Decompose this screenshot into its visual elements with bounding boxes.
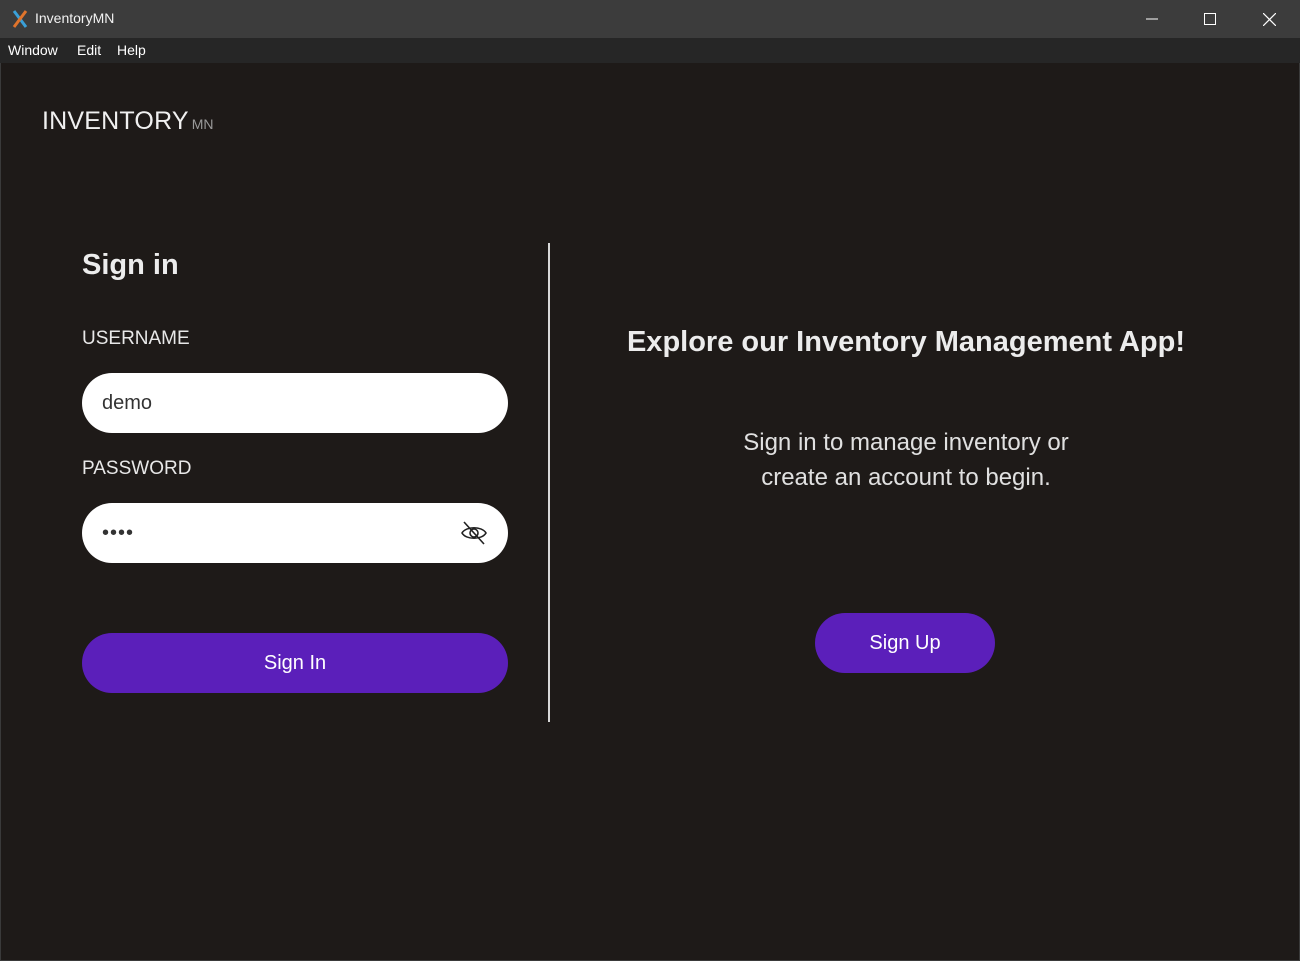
logo-main-text: INVENTORY [42, 107, 189, 135]
logo-sub-text: MN [191, 116, 214, 132]
close-icon [1262, 12, 1276, 26]
explore-line-2: create an account to begin. [761, 464, 1051, 491]
minimize-button[interactable] [1123, 0, 1181, 38]
username-label: USERNAME [82, 328, 190, 349]
password-input[interactable]: •••• [82, 503, 508, 563]
username-input[interactable]: demo [82, 373, 508, 433]
maximize-button[interactable] [1181, 0, 1239, 38]
window-titlebar: InventoryMN [0, 0, 1300, 38]
password-label: PASSWORD [82, 458, 192, 479]
explore-title: Explore our Inventory Management App! [626, 326, 1186, 358]
main-content: INVENTORY MN Sign in USERNAME demo PASSWO… [0, 63, 1300, 961]
signup-button-label: Sign Up [869, 631, 941, 654]
explore-line-1: Sign in to manage inventory or [743, 429, 1069, 456]
menu-item-edit[interactable]: Edit [77, 42, 101, 58]
explore-description: Sign in to manage inventory or create an… [581, 425, 1231, 495]
menu-bar: Window Edit Help [0, 38, 1300, 63]
password-value: •••• [102, 521, 135, 544]
signin-button[interactable]: Sign In [82, 633, 508, 693]
app-logo: INVENTORY MN [42, 107, 214, 136]
eye-slash-icon[interactable] [460, 519, 488, 547]
signin-title: Sign in [82, 249, 179, 281]
username-value: demo [102, 391, 153, 414]
signin-button-label: Sign In [263, 651, 327, 674]
menu-item-window[interactable]: Window [8, 42, 58, 58]
menu-item-help[interactable]: Help [117, 42, 146, 58]
close-button[interactable] [1240, 0, 1298, 38]
app-icon [12, 10, 28, 28]
window-title: InventoryMN [35, 10, 115, 26]
maximize-icon [1204, 13, 1216, 25]
minimize-icon [1146, 18, 1158, 20]
panel-divider [548, 243, 550, 722]
signup-button[interactable]: Sign Up [815, 613, 995, 673]
